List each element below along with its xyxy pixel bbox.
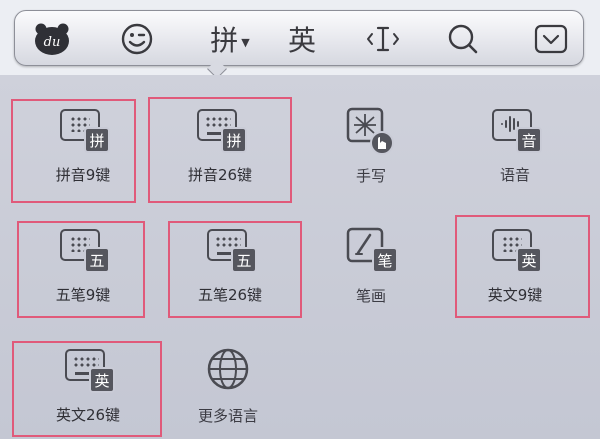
dropdown-caret-icon: ▼ [241, 35, 250, 49]
search-button[interactable] [440, 19, 486, 59]
stroke-icon: 笔 [344, 225, 398, 277]
wink-emoji-icon [121, 23, 153, 55]
cursor-move-button[interactable] [360, 19, 406, 59]
keyboard-26-icon: 五 [203, 225, 257, 276]
handwriting-icon [344, 105, 398, 157]
keyboard-26-icon: 拼 [193, 105, 247, 156]
keyboard-26-icon: 英 [61, 345, 115, 396]
text-cursor-icon [367, 26, 399, 52]
search-icon [448, 24, 478, 54]
mode-label: 语音 [499, 166, 530, 184]
mode-label: 英文9键 [487, 286, 543, 304]
mode-pinyin-26[interactable]: 拼 拼音26键 [160, 85, 280, 185]
mode-label: 五笔9键 [55, 286, 111, 304]
english-mode-button[interactable]: 英 [279, 19, 325, 59]
mode-label: 英文26键 [55, 406, 121, 424]
mode-wubi-9[interactable]: 五 五笔9键 [23, 205, 143, 305]
svg-text:du: du [44, 35, 61, 50]
mode-label: 拼音26键 [187, 166, 253, 184]
mode-voice[interactable]: 音 语音 [455, 85, 575, 185]
mode-more-languages[interactable]: 更多语言 [168, 325, 288, 425]
mode-label: 拼音9键 [55, 166, 111, 184]
input-mode-panel: 拼 拼音9键 拼 拼音26键 手写 音 语音 五 五笔9键 五 五笔26键 笔 … [0, 75, 600, 439]
pinyin-label: 拼 [210, 24, 239, 57]
mode-label: 更多语言 [197, 407, 258, 425]
globe-icon [201, 345, 255, 397]
mode-label: 笔画 [355, 287, 386, 305]
collapse-keyboard-button[interactable] [528, 19, 574, 59]
keypad-9-icon: 拼 [56, 105, 110, 156]
mode-stroke[interactable]: 笔 笔画 [311, 205, 431, 305]
du-logo-button[interactable]: du [29, 19, 75, 59]
emoji-button[interactable] [115, 19, 159, 59]
mode-label: 五笔26键 [197, 286, 263, 304]
mode-wubi-26[interactable]: 五 五笔26键 [170, 205, 290, 305]
toolbar-area: du 拼 ▼ 英 [0, 0, 600, 79]
keypad-9-icon: 英 [488, 225, 542, 276]
collapse-chevron-icon [534, 24, 568, 54]
mode-english-26[interactable]: 英 英文26键 [28, 325, 148, 425]
mode-label: 手写 [355, 167, 386, 185]
pinyin-mode-button[interactable]: 拼 ▼ [200, 19, 260, 59]
keypad-9-icon: 五 [56, 225, 110, 276]
bear-logo-icon: du [35, 23, 69, 55]
mode-english-9[interactable]: 英 英文9键 [455, 205, 575, 305]
english-label: 英 [287, 24, 316, 57]
mode-pinyin-9[interactable]: 拼 拼音9键 [23, 85, 143, 185]
mode-handwriting[interactable]: 手写 [311, 85, 431, 185]
input-toolbar: du 拼 ▼ 英 [14, 10, 584, 66]
voice-icon: 音 [488, 105, 542, 156]
